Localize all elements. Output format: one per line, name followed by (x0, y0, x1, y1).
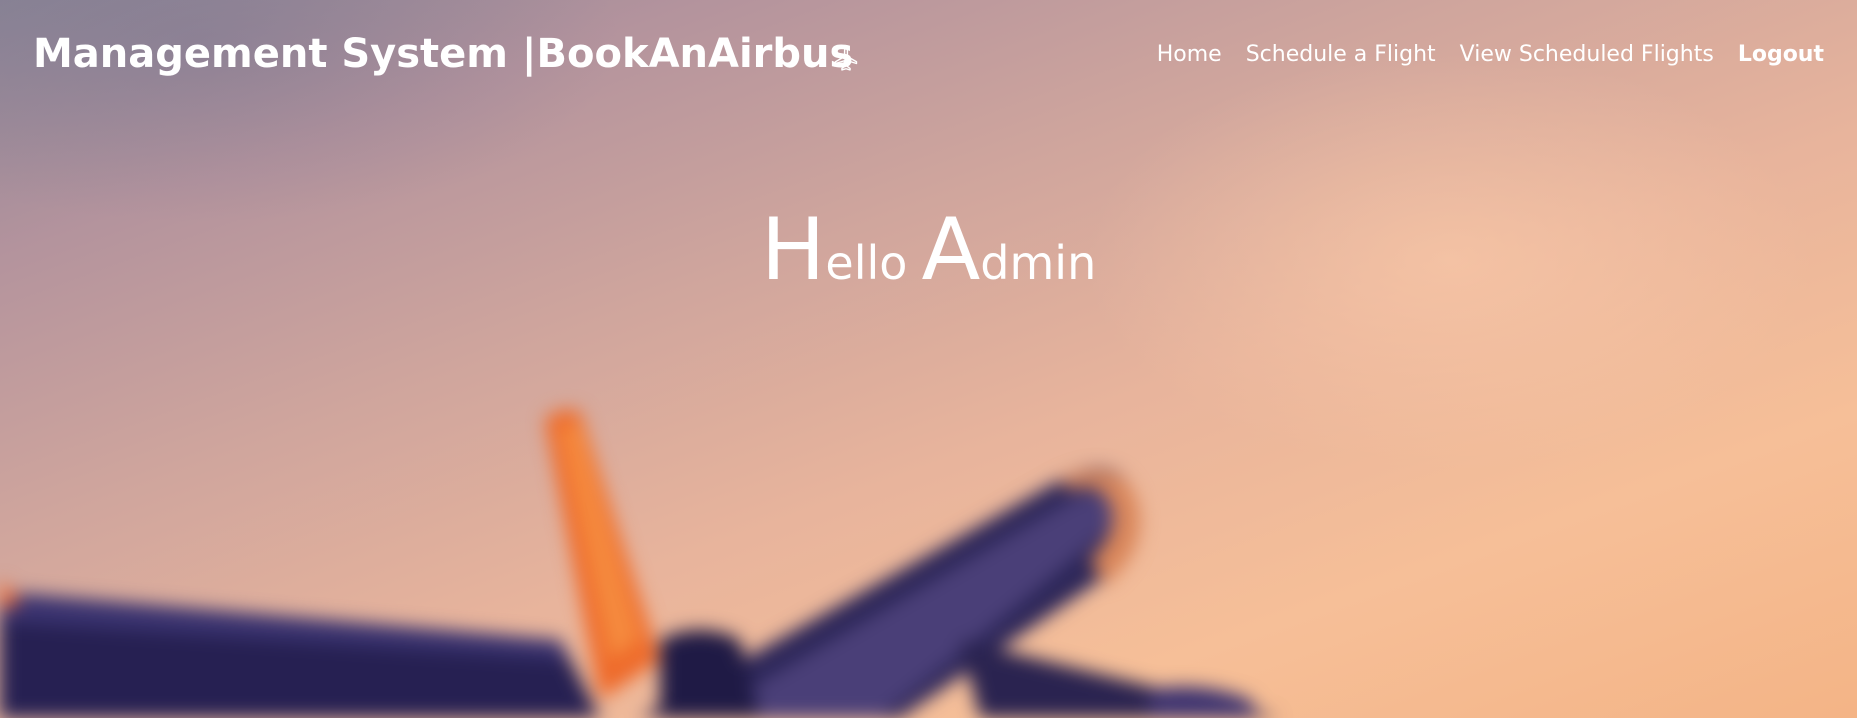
brand-title[interactable]: Management System |BookAnAirbus (33, 28, 853, 80)
navbar: Management System |BookAnAirbus Home Sch… (0, 0, 1857, 110)
hero-greeting: Hello Admin (0, 200, 1857, 318)
hero-word1-rest: ello (825, 236, 908, 290)
hero-word1-initial: H (760, 200, 826, 300)
hero-word2-initial: A (921, 200, 981, 300)
hero-word2-rest: dmin (980, 236, 1097, 290)
nav-link-logout[interactable]: Logout (1738, 38, 1824, 72)
nav-link-home[interactable]: Home (1157, 38, 1222, 72)
nav-link-schedule-flight[interactable]: Schedule a Flight (1246, 38, 1436, 72)
nav-links: Home Schedule a Flight View Scheduled Fl… (1157, 38, 1824, 72)
nav-link-view-scheduled-flights[interactable]: View Scheduled Flights (1460, 38, 1714, 72)
airplane-icon (834, 47, 858, 71)
